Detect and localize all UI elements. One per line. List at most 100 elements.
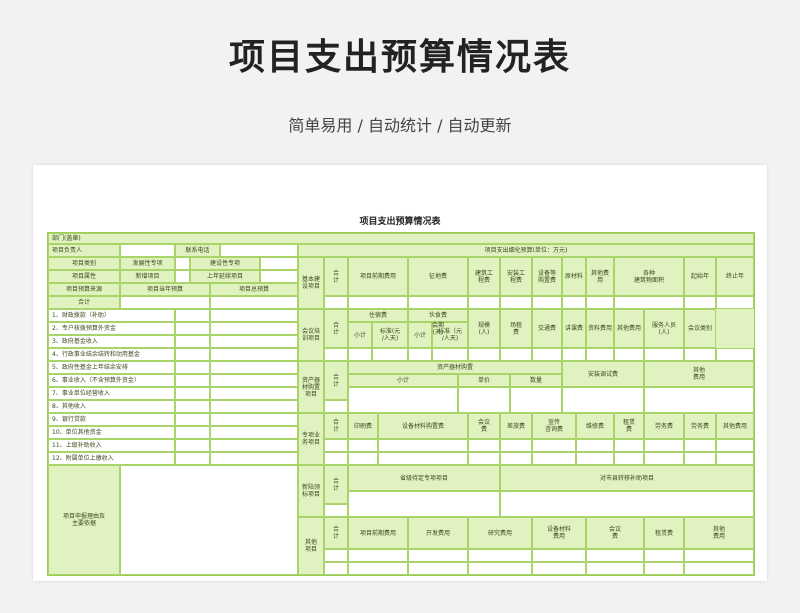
value-cell[interactable]	[562, 348, 586, 361]
source-current[interactable]	[175, 439, 210, 452]
value-cell[interactable]	[684, 348, 716, 361]
value-cell[interactable]	[586, 348, 614, 361]
value-cell[interactable]	[324, 452, 348, 465]
source-current[interactable]	[175, 374, 210, 387]
value-cell[interactable]	[644, 348, 684, 361]
source-total[interactable]	[210, 426, 298, 439]
value-cell[interactable]	[562, 296, 586, 309]
value-cell[interactable]	[500, 452, 532, 465]
source-current[interactable]	[175, 335, 210, 348]
source-current[interactable]	[175, 361, 210, 374]
attr-opt2-check[interactable]	[260, 270, 298, 283]
value-cell[interactable]	[644, 562, 684, 575]
value-cell[interactable]	[348, 452, 378, 465]
value-cell[interactable]	[408, 549, 468, 562]
source-current[interactable]	[175, 413, 210, 426]
value-cell[interactable]	[500, 296, 532, 309]
value-cell[interactable]	[468, 296, 500, 309]
source-total[interactable]	[210, 452, 298, 465]
value-cell[interactable]	[348, 562, 408, 575]
value-cell[interactable]	[614, 452, 644, 465]
total-all[interactable]	[210, 296, 298, 309]
value-cell[interactable]	[576, 439, 614, 452]
source-current[interactable]	[175, 426, 210, 439]
attr-opt1-check[interactable]	[175, 270, 190, 283]
value-cell[interactable]	[510, 387, 562, 413]
source-total[interactable]	[210, 374, 298, 387]
value-cell[interactable]	[468, 549, 532, 562]
value-cell[interactable]	[432, 348, 468, 361]
value-cell[interactable]	[324, 296, 348, 309]
source-total[interactable]	[210, 400, 298, 413]
source-total[interactable]	[210, 322, 298, 335]
reason-value[interactable]	[120, 465, 298, 575]
value-cell[interactable]	[716, 296, 754, 309]
value-cell[interactable]	[716, 348, 754, 361]
value-cell[interactable]	[562, 387, 644, 413]
value-cell[interactable]	[372, 348, 408, 361]
value-cell[interactable]	[644, 439, 684, 452]
source-total[interactable]	[210, 309, 298, 322]
value-cell[interactable]	[378, 439, 468, 452]
value-cell[interactable]	[576, 452, 614, 465]
contact-value[interactable]	[220, 244, 298, 257]
value-cell[interactable]	[684, 549, 754, 562]
value-cell[interactable]	[644, 452, 684, 465]
source-current[interactable]	[175, 387, 210, 400]
value-cell[interactable]	[614, 439, 644, 452]
value-cell[interactable]	[586, 562, 644, 575]
value-cell[interactable]	[408, 348, 432, 361]
source-current[interactable]	[175, 400, 210, 413]
source-current[interactable]	[175, 322, 210, 335]
value-cell[interactable]	[324, 549, 348, 562]
value-cell[interactable]	[348, 439, 378, 452]
value-cell[interactable]	[468, 348, 500, 361]
value-cell[interactable]	[684, 296, 716, 309]
value-cell[interactable]	[348, 296, 408, 309]
value-cell[interactable]	[348, 549, 408, 562]
value-cell[interactable]	[500, 439, 532, 452]
value-cell[interactable]	[614, 296, 684, 309]
value-cell[interactable]	[348, 491, 500, 517]
value-cell[interactable]	[644, 549, 684, 562]
value-cell[interactable]	[468, 439, 500, 452]
value-cell[interactable]	[532, 296, 562, 309]
value-cell[interactable]	[614, 348, 644, 361]
value-cell[interactable]	[644, 387, 754, 413]
category-opt1-check[interactable]	[175, 257, 190, 270]
value-cell[interactable]	[586, 549, 644, 562]
source-total[interactable]	[210, 361, 298, 374]
value-cell[interactable]	[532, 439, 576, 452]
value-cell[interactable]	[684, 562, 754, 575]
value-cell[interactable]	[716, 452, 754, 465]
source-total[interactable]	[210, 348, 298, 361]
value-cell[interactable]	[468, 452, 500, 465]
value-cell[interactable]	[324, 400, 348, 413]
source-total[interactable]	[210, 413, 298, 426]
value-cell[interactable]	[468, 562, 532, 575]
leader-value[interactable]	[120, 244, 175, 257]
value-cell[interactable]	[378, 452, 468, 465]
value-cell[interactable]	[532, 562, 586, 575]
source-current[interactable]	[175, 309, 210, 322]
value-cell[interactable]	[586, 296, 614, 309]
value-cell[interactable]	[532, 348, 562, 361]
value-cell[interactable]	[408, 296, 468, 309]
source-total[interactable]	[210, 439, 298, 452]
source-total[interactable]	[210, 335, 298, 348]
source-total[interactable]	[210, 387, 298, 400]
value-cell[interactable]	[532, 452, 576, 465]
value-cell[interactable]	[348, 387, 458, 413]
value-cell[interactable]	[716, 439, 754, 452]
source-current[interactable]	[175, 452, 210, 465]
value-cell[interactable]	[684, 439, 716, 452]
source-current[interactable]	[175, 348, 210, 361]
value-cell[interactable]	[324, 504, 348, 517]
value-cell[interactable]	[500, 348, 532, 361]
value-cell[interactable]	[408, 562, 468, 575]
value-cell[interactable]	[348, 348, 372, 361]
value-cell[interactable]	[684, 452, 716, 465]
category-opt2-check[interactable]	[260, 257, 298, 270]
value-cell[interactable]	[324, 348, 348, 361]
value-cell[interactable]	[324, 562, 348, 575]
